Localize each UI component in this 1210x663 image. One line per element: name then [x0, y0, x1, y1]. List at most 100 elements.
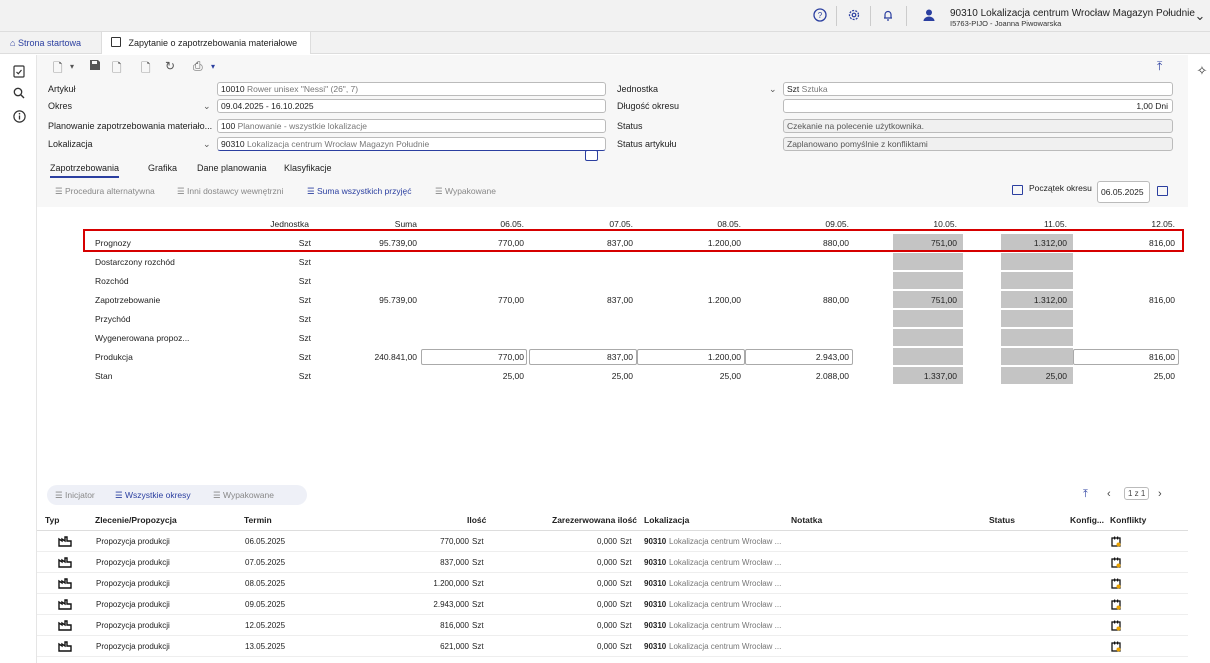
dlugosc-field[interactable]: 1,00 Dni: [783, 99, 1173, 113]
okres-field[interactable]: 09.04.2025 - 16.10.2025: [217, 99, 606, 113]
col-header-location[interactable]: Lokalizacja: [644, 515, 689, 525]
planowanie-field[interactable]: 100 Planowanie - wszystkie lokalizacje: [217, 119, 606, 133]
col-header-order[interactable]: Zlecenie/Propozycja: [95, 515, 177, 525]
proposal-location-desc: Lokalizacja centrum Wrocław ...: [669, 600, 782, 609]
factory-icon: [58, 620, 72, 631]
conflict-icon[interactable]: [1111, 557, 1121, 568]
divider: [870, 6, 871, 26]
proposal-row[interactable]: Propozycja produkcji 07.05.2025 837,000 Szt…: [37, 552, 1188, 573]
refresh-icon[interactable]: ↻: [165, 59, 175, 73]
grid-value-cell: [462, 330, 524, 347]
grid-value-cell: 25,00: [502, 371, 524, 381]
col-header-qty[interactable]: Ilość: [467, 515, 486, 525]
section-wypakowane-lower[interactable]: ☰ Wypakowane: [213, 490, 274, 501]
col-header-reserved[interactable]: Zarezerwowana ilość: [552, 515, 637, 525]
delete-document-icon[interactable]: 🗋: [112, 59, 122, 80]
tab-dane-planowania[interactable]: Dane planowania: [197, 163, 267, 173]
proposal-date: 13.05.2025: [245, 642, 286, 651]
proposal-reserved-unit: Szt: [620, 558, 632, 567]
grid-value-cell[interactable]: [1003, 349, 1067, 366]
col-header-conflicts[interactable]: Konflikty: [1110, 515, 1146, 525]
info-icon[interactable]: [11, 110, 27, 126]
save-icon[interactable]: [89, 59, 101, 74]
bell-icon[interactable]: [880, 8, 896, 24]
tab-klasyfikacje[interactable]: Klasyfikacje: [284, 163, 332, 173]
chevron-right-icon[interactable]: ›: [1158, 488, 1162, 500]
section-suma-przyjec[interactable]: ☰ Suma wszystkich przyjęć: [307, 186, 411, 197]
col-header-config[interactable]: Konfig...: [1070, 515, 1104, 525]
factory-icon: [58, 599, 72, 610]
grid-value-cell[interactable]: 770,00: [462, 349, 524, 366]
proposal-qty: 2.943,000: [433, 600, 469, 609]
tab-home-label: Strona startowa: [17, 38, 81, 48]
collapse-top-icon[interactable]: ⤒: [1157, 59, 1162, 74]
section-inni-dostawcy[interactable]: ☰ Inni dostawcy wewnętrzni: [177, 186, 283, 197]
proposal-row[interactable]: Propozycja produkcji 08.05.2025 1.200,000 S…: [37, 573, 1188, 594]
grid-row-unit: Szt: [298, 333, 311, 343]
conflict-icon[interactable]: [1111, 641, 1121, 652]
jednostka-field[interactable]: Szt Sztuka: [783, 82, 1173, 96]
chevron-down-icon[interactable]: ⌄: [203, 139, 211, 150]
grid-value-cell: [895, 254, 957, 271]
chevron-down-icon[interactable]: ⌄: [769, 84, 777, 95]
proposal-row[interactable]: Propozycja produkcji 13.05.2025 621,000 Szt…: [37, 636, 1188, 657]
col-header-type[interactable]: Typ: [45, 515, 59, 525]
proposal-reserved: 0,000: [596, 621, 617, 630]
grid-value-cell[interactable]: 1.200,00: [677, 349, 741, 366]
proposal-row[interactable]: Propozycja produkcji 12.05.2025 816,000 Szt…: [37, 615, 1188, 636]
grid-value-cell[interactable]: 837,00: [569, 349, 633, 366]
grid-value-cell[interactable]: 816,00: [1111, 349, 1175, 366]
col-header-status[interactable]: Status: [989, 515, 1015, 525]
chevron-down-icon[interactable]: ▾: [211, 62, 215, 71]
proposal-qty: 816,000: [440, 621, 469, 630]
chevron-down-icon[interactable]: ▾: [70, 62, 74, 71]
copy-document-icon[interactable]: 🗋: [141, 59, 151, 80]
proposal-location-code: 90310: [644, 600, 667, 609]
conflict-icon[interactable]: [1111, 599, 1121, 610]
conflict-icon[interactable]: [1111, 578, 1121, 589]
gear-icon[interactable]: [846, 8, 862, 24]
grid-row-label: Dostarczony rozchód: [95, 257, 175, 267]
print-icon[interactable]: ⎙: [193, 59, 203, 74]
conflict-icon[interactable]: [1111, 620, 1121, 631]
calendar-clock-icon: [111, 37, 121, 47]
lokalizacja-field[interactable]: 90310 Lokalizacja centrum Wrocław Magazy…: [217, 137, 606, 151]
chevron-down-icon[interactable]: ⌄: [1192, 8, 1208, 24]
user-location-name[interactable]: 90310 Lokalizacja centrum Wrocław Magazy…: [950, 8, 1195, 19]
proposal-row[interactable]: Propozycja produkcji 06.05.2025 770,000 Szt…: [37, 531, 1188, 552]
calendar-back-icon[interactable]: [1012, 185, 1023, 195]
proposal-row[interactable]: Propozycja produkcji 09.05.2025 2.943,000 S…: [37, 594, 1188, 615]
calendar-icon[interactable]: [1157, 186, 1168, 196]
col-header-date[interactable]: Termin: [244, 515, 272, 525]
grid-value-cell: [462, 254, 524, 271]
tab-material-requirements[interactable]: Zapytanie o zapotrzebowania materiałowe: [101, 32, 311, 54]
grid-value-cell[interactable]: 2.943,00: [785, 349, 849, 366]
artykul-field[interactable]: 10010 Rower unisex "Nessi" (26", 7): [217, 82, 606, 96]
conflict-icon[interactable]: [1111, 536, 1121, 547]
tab-grafika[interactable]: Grafika: [148, 163, 177, 173]
user-avatar-icon[interactable]: [921, 8, 937, 24]
section-wypakowane[interactable]: ☰ Wypakowane: [435, 186, 496, 197]
section-wszystkie-okresy[interactable]: ☰ Wszystkie okresy: [115, 490, 191, 501]
new-document-icon[interactable]: 🗋: [53, 59, 63, 80]
status-artykulu-field: Zaplanowano pomyślnie z konfliktami: [783, 137, 1173, 151]
section-procedura[interactable]: ☰ Procedura alternatywna: [55, 186, 155, 197]
list-icon: ☰: [115, 490, 123, 500]
grid-value-cell[interactable]: [895, 349, 957, 366]
collapse-top-icon[interactable]: ⤒: [1083, 488, 1088, 501]
sparkle-icon[interactable]: ✧: [1194, 63, 1210, 79]
grid-value-cell: [462, 273, 524, 290]
section-inicjator[interactable]: ☰ Inicjator: [55, 490, 95, 501]
start-period-field[interactable]: 06.05.2025: [1097, 181, 1150, 203]
tab-home[interactable]: ⌂ Strona startowa: [10, 32, 81, 54]
help-icon[interactable]: ?: [812, 8, 828, 24]
proposal-order: Propozycja produkcji: [96, 537, 170, 546]
proposal-reserved-unit: Szt: [620, 642, 632, 651]
list-lookup-icon[interactable]: [585, 150, 598, 161]
clipboard-check-icon[interactable]: [11, 64, 27, 80]
col-header-note[interactable]: Notatka: [791, 515, 822, 525]
search-icon[interactable]: [11, 87, 27, 103]
chevron-down-icon[interactable]: ⌄: [203, 101, 211, 112]
tab-zapotrzebowania[interactable]: Zapotrzebowania: [50, 163, 120, 178]
chevron-left-icon[interactable]: ‹: [1107, 488, 1111, 500]
